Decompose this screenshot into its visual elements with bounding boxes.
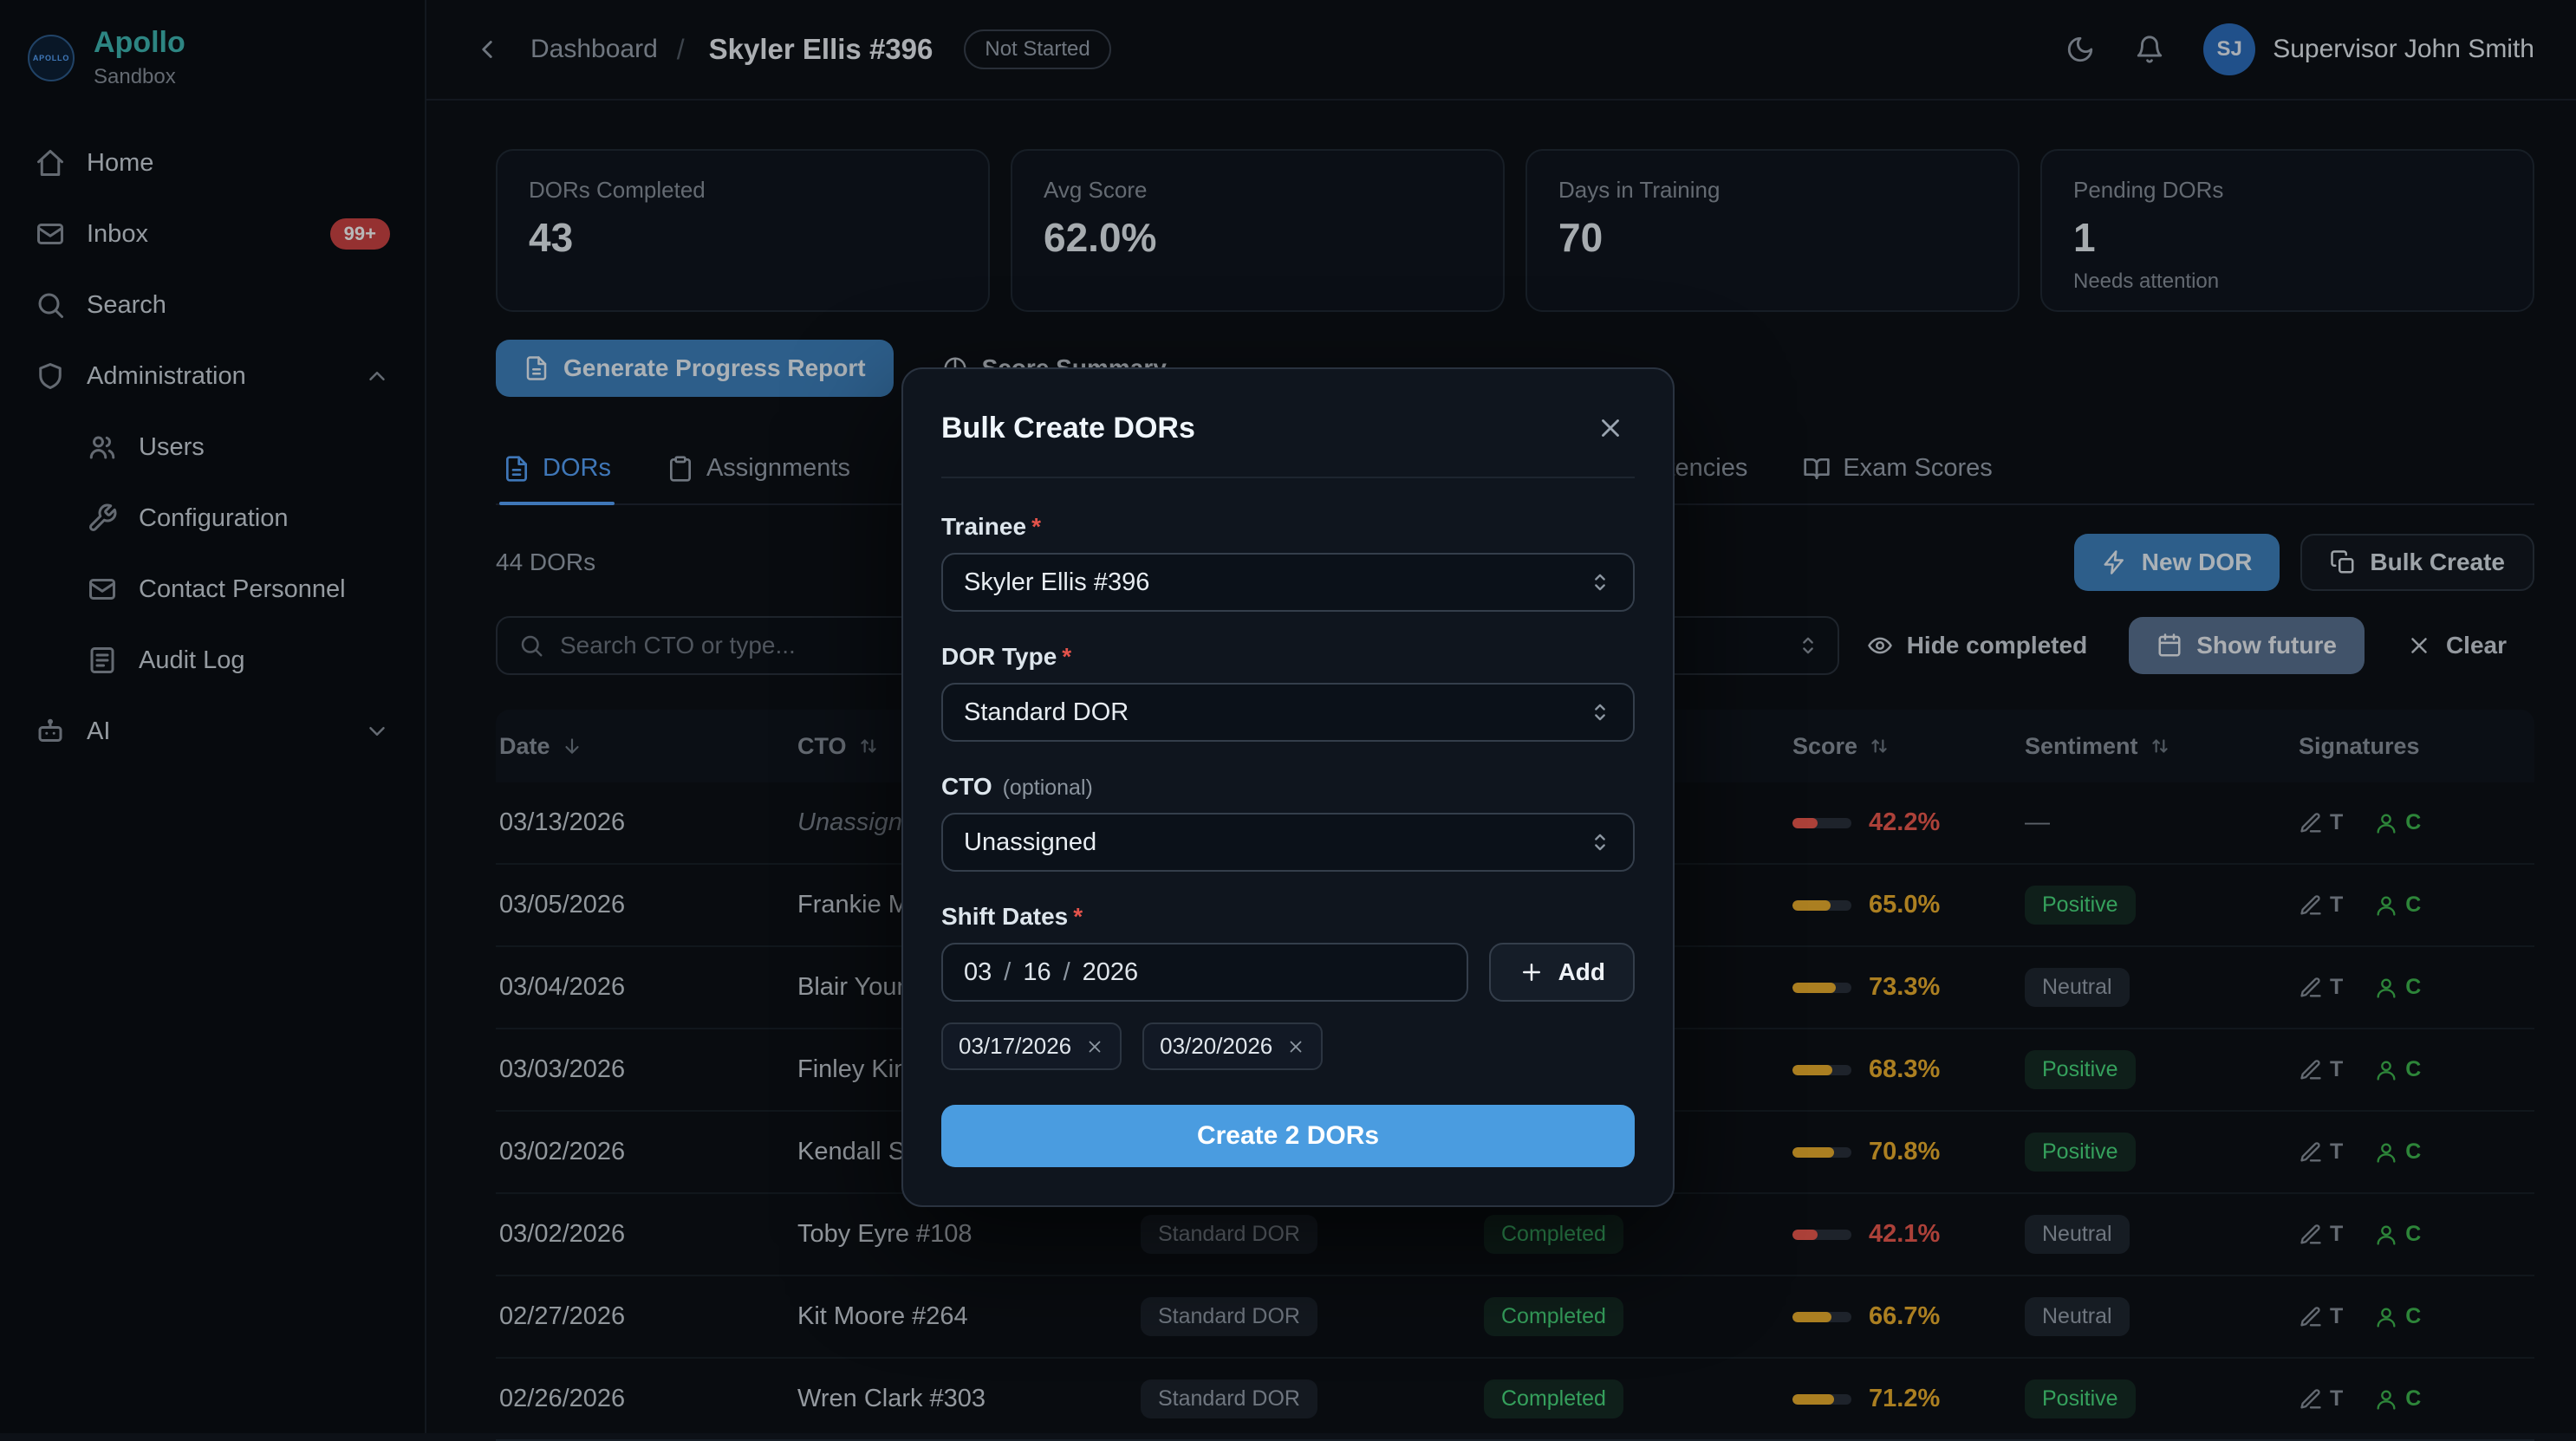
dor-type-label: DOR Type xyxy=(941,643,1057,671)
required-marker: * xyxy=(1062,643,1071,671)
create-dors-button[interactable]: Create 2 DORs xyxy=(941,1105,1635,1167)
chevrons-up-down-icon xyxy=(1588,570,1612,594)
date-month: 03 xyxy=(964,958,992,987)
date-separator: / xyxy=(1064,958,1070,987)
remove-chip-icon[interactable] xyxy=(1286,1037,1305,1056)
trainee-field: Trainee * Skyler Ellis #396 xyxy=(941,513,1635,612)
date-separator: / xyxy=(1004,958,1011,987)
plus-icon xyxy=(1519,959,1545,985)
date-year: 2026 xyxy=(1083,958,1139,987)
chip-label: 03/20/2026 xyxy=(1160,1033,1272,1060)
shift-dates-label: Shift Dates xyxy=(941,903,1068,931)
chevrons-up-down-icon xyxy=(1588,830,1612,854)
trainee-label: Trainee xyxy=(941,513,1026,541)
trainee-select[interactable]: Skyler Ellis #396 xyxy=(941,553,1635,612)
bulk-create-modal: Bulk Create DORs Trainee * Skyler Ellis … xyxy=(901,367,1675,1207)
required-marker: * xyxy=(1073,903,1083,931)
required-marker: * xyxy=(1031,513,1041,541)
shift-date-chip: 03/17/2026 xyxy=(941,1022,1122,1070)
optional-marker: (optional) xyxy=(1003,776,1093,801)
shift-dates-field: Shift Dates * 03 / 16 / 2026 Add 03/17/2… xyxy=(941,903,1635,1070)
shift-date-input[interactable]: 03 / 16 / 2026 xyxy=(941,943,1468,1002)
close-modal-button[interactable] xyxy=(1586,404,1635,452)
date-day: 16 xyxy=(1023,958,1051,987)
close-icon xyxy=(1596,413,1625,443)
shift-date-chips: 03/17/2026 03/20/2026 xyxy=(941,1022,1635,1070)
modal-title: Bulk Create DORs xyxy=(941,412,1195,445)
dor-type-select[interactable]: Standard DOR xyxy=(941,683,1635,742)
add-shift-date-button[interactable]: Add xyxy=(1489,943,1635,1002)
chip-label: 03/17/2026 xyxy=(959,1033,1071,1060)
shift-date-chip: 03/20/2026 xyxy=(1142,1022,1323,1070)
dor-type-field: DOR Type * Standard DOR xyxy=(941,643,1635,742)
modal-header: Bulk Create DORs xyxy=(941,404,1635,478)
chevrons-up-down-icon xyxy=(1588,700,1612,724)
cto-select[interactable]: Unassigned xyxy=(941,813,1635,872)
cto-label: CTO xyxy=(941,773,992,801)
selected-value: Unassigned xyxy=(964,828,1096,857)
selected-value: Standard DOR xyxy=(964,698,1129,727)
remove-chip-icon[interactable] xyxy=(1085,1037,1104,1056)
button-label: Add xyxy=(1558,958,1605,986)
cto-field: CTO (optional) Unassigned xyxy=(941,773,1635,872)
shift-date-row: 03 / 16 / 2026 Add xyxy=(941,943,1635,1002)
selected-value: Skyler Ellis #396 xyxy=(964,568,1149,597)
